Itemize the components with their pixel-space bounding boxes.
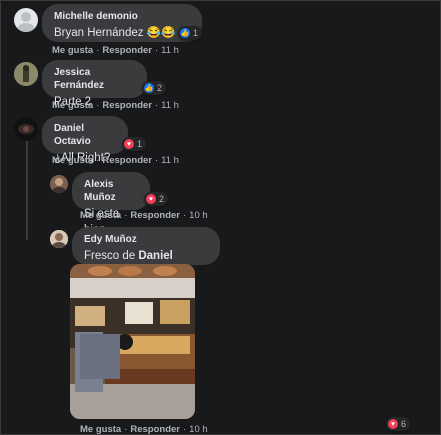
like-link[interactable]: Me gusta bbox=[52, 100, 93, 111]
profile-photo-icon bbox=[50, 230, 68, 248]
reply-bubble: Alexis Muñoz Si esta bien bbox=[72, 172, 150, 236]
reply-link[interactable]: Responder bbox=[130, 210, 180, 221]
timestamp[interactable]: 11 h bbox=[161, 45, 179, 56]
avatar-jessica[interactable] bbox=[14, 62, 38, 86]
reply-actions: Me gusta · Responder · 10 h bbox=[80, 210, 208, 221]
avatar-michelle[interactable] bbox=[14, 8, 38, 32]
reaction-count[interactable]: ♥ 2 bbox=[144, 192, 169, 206]
reply-bubble: Edy Muñoz Fresco de Daniel Octavio bbox=[72, 227, 220, 278]
comment-actions: Me gusta · Responder · 11 h bbox=[52, 155, 179, 166]
timestamp[interactable]: 11 h bbox=[161, 100, 179, 111]
avatar-daniel[interactable] bbox=[14, 117, 38, 141]
heart-reaction-icon: ♥ bbox=[146, 194, 156, 204]
comment-actions: Me gusta · Responder · 11 h bbox=[52, 45, 179, 56]
reaction-count[interactable]: 👍 2 bbox=[142, 81, 167, 95]
timestamp[interactable]: 10 h bbox=[189, 424, 208, 435]
timestamp[interactable]: 11 h bbox=[161, 155, 179, 166]
like-reaction-icon: 👍 bbox=[144, 83, 154, 93]
reaction-number: 1 bbox=[137, 139, 143, 149]
reaction-number: 1 bbox=[193, 28, 199, 38]
reply-link[interactable]: Responder bbox=[130, 424, 180, 435]
avatar-alexis[interactable] bbox=[50, 175, 68, 193]
thread-line bbox=[26, 140, 28, 240]
default-user-icon bbox=[17, 12, 35, 32]
profile-photo-icon bbox=[14, 117, 38, 141]
timestamp[interactable]: 10 h bbox=[189, 210, 208, 221]
reply-text-prefix: Fresco de bbox=[84, 250, 136, 262]
reply-author[interactable]: Alexis Muñoz bbox=[84, 178, 138, 204]
bakery-photo-image bbox=[70, 264, 195, 419]
reaction-count[interactable]: ♥ 1 bbox=[122, 137, 147, 151]
reaction-count[interactable]: 👍 1 bbox=[178, 26, 203, 40]
profile-photo-icon bbox=[14, 62, 38, 86]
comment-text: Bryan Hernández 😂😂 bbox=[54, 27, 176, 39]
comment-author[interactable]: Jessica Fernández bbox=[54, 66, 135, 92]
reply-actions: Me gusta · Responder · 10 h bbox=[80, 424, 208, 435]
reply-link[interactable]: Responder bbox=[102, 45, 152, 56]
reaction-number: 6 bbox=[401, 419, 407, 429]
reaction-count[interactable]: ♥ 6 bbox=[386, 417, 411, 431]
comment-bubble: Daniel Octavio ¿All Right? bbox=[42, 116, 128, 164]
comment-author[interactable]: Michelle demonio bbox=[54, 10, 190, 23]
comment-author[interactable]: Daniel Octavio bbox=[54, 122, 116, 148]
reaction-number: 2 bbox=[157, 83, 163, 93]
profile-photo-icon bbox=[50, 175, 68, 193]
reply-author[interactable]: Edy Muñoz bbox=[84, 233, 208, 246]
like-link[interactable]: Me gusta bbox=[52, 45, 93, 56]
comment-photo[interactable] bbox=[70, 264, 195, 419]
like-link[interactable]: Me gusta bbox=[80, 424, 121, 435]
reply-link[interactable]: Responder bbox=[102, 155, 152, 166]
like-link[interactable]: Me gusta bbox=[52, 155, 93, 166]
heart-reaction-icon: ♥ bbox=[388, 419, 398, 429]
avatar-edy[interactable] bbox=[50, 230, 68, 248]
like-reaction-icon: 👍 bbox=[180, 28, 190, 38]
reply-link[interactable]: Responder bbox=[102, 100, 152, 111]
like-link[interactable]: Me gusta bbox=[80, 210, 121, 221]
comment-actions: Me gusta · Responder · 11 h bbox=[52, 100, 179, 111]
reaction-number: 2 bbox=[159, 194, 165, 204]
heart-reaction-icon: ♥ bbox=[124, 139, 134, 149]
comment-bubble: Jessica Fernández Parte 2 bbox=[42, 60, 147, 108]
